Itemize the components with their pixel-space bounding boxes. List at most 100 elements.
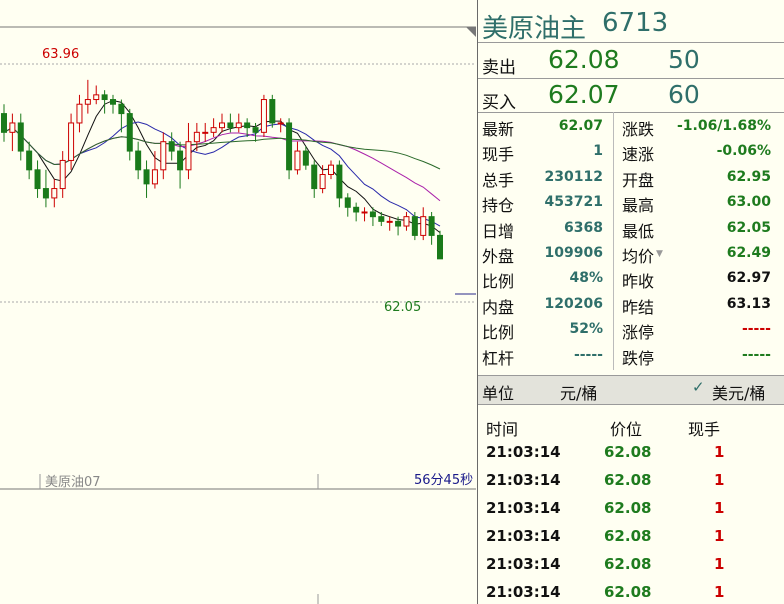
stat-value: ----- xyxy=(741,346,771,363)
candle-body xyxy=(42,188,49,199)
candle-body xyxy=(151,169,158,185)
low-price-label: 62.05 xyxy=(384,300,422,315)
candle-body xyxy=(143,169,150,185)
stat-value: -1.06/1.68% xyxy=(676,118,771,134)
stat-label: 比例 xyxy=(482,323,515,343)
tick-price: 62.08 xyxy=(604,471,652,489)
check-icon: ✓ xyxy=(692,378,705,396)
instrument-code: 6713 xyxy=(602,8,669,38)
candle-body xyxy=(277,122,284,125)
candle-body xyxy=(344,197,351,208)
candle-body xyxy=(110,99,116,105)
stat-value: 230112 xyxy=(544,168,603,185)
candle-body xyxy=(118,103,125,115)
candle-body xyxy=(51,188,58,199)
unit-alt-toggle[interactable]: 美元/桶 xyxy=(712,380,765,404)
tick-time: 21:03:14 xyxy=(486,555,561,573)
stat-value: 63.13 xyxy=(726,295,771,312)
candle-body xyxy=(386,220,393,223)
tick-time: 21:03:14 xyxy=(486,499,561,517)
stat-value: 52% xyxy=(569,321,603,338)
buy-price[interactable]: 62.07 xyxy=(548,80,620,109)
candle-body xyxy=(68,122,75,161)
tick-price: 62.08 xyxy=(604,499,652,517)
tick-volume: 1 xyxy=(714,499,725,517)
stat-label: 最高 xyxy=(622,196,655,216)
unit-value: 元/桶 xyxy=(560,384,598,403)
stat-value: 6368 xyxy=(564,219,603,236)
tick-volume: 1 xyxy=(714,471,725,489)
stat-label: 最新 xyxy=(482,120,515,139)
candle-body xyxy=(9,122,16,133)
candle-body xyxy=(76,103,83,124)
candle-body xyxy=(93,94,100,101)
stat-value: 62.49 xyxy=(726,245,771,261)
stat-value: 120206 xyxy=(544,295,603,312)
candle-body xyxy=(193,131,200,143)
stat-label: 持仓 xyxy=(482,196,515,216)
candle-body xyxy=(302,150,309,166)
stat-label: 开盘 xyxy=(622,170,655,190)
stat-label: 昨结 xyxy=(622,297,655,317)
instrument-name: 美原油主 xyxy=(482,14,587,44)
stat-value: ----- xyxy=(741,321,771,338)
contract-label: 美原油07 xyxy=(45,475,101,490)
candle-body xyxy=(311,164,318,190)
stat-value: 48% xyxy=(569,270,603,287)
sell-label: 卖出 xyxy=(482,58,516,78)
candle-body xyxy=(126,113,133,152)
buy-volume: 60 xyxy=(668,80,700,109)
candle-body xyxy=(328,164,334,175)
candle-body xyxy=(428,216,435,236)
candle-body xyxy=(34,169,41,190)
high-price-label: 63.96 xyxy=(42,47,80,62)
candle-body xyxy=(260,99,267,133)
candle-body xyxy=(411,216,418,236)
dropdown-arrow-icon[interactable]: ▼ xyxy=(656,249,663,259)
tick-volume: 1 xyxy=(714,443,725,461)
candle-body xyxy=(210,127,217,133)
stat-label: 内盘 xyxy=(482,297,515,317)
tick-time: 21:03:14 xyxy=(486,527,561,545)
stat-value: 62.05 xyxy=(726,219,771,236)
candle-body xyxy=(437,234,443,260)
col-header-time: 时间 xyxy=(486,420,519,439)
stat-label: 涨跌 xyxy=(622,120,655,139)
unit-label: 单位 xyxy=(482,384,515,403)
stat-value: -0.06% xyxy=(716,143,771,160)
candle-body xyxy=(168,141,175,152)
col-header-price: 价位 xyxy=(610,420,643,439)
candle-body xyxy=(353,206,360,213)
candle-body xyxy=(395,220,402,227)
candle-body xyxy=(378,216,385,222)
stat-value: ----- xyxy=(573,346,603,363)
col-header-volume: 现手 xyxy=(688,420,721,439)
tick-price: 62.08 xyxy=(604,555,652,573)
candle-body xyxy=(420,216,427,236)
candle-body xyxy=(59,159,66,190)
stat-value: 63.00 xyxy=(726,194,771,211)
candle-body xyxy=(1,113,7,133)
sell-price[interactable]: 62.08 xyxy=(548,45,620,74)
stat-label: 昨收 xyxy=(622,272,655,292)
tick-volume: 1 xyxy=(714,555,725,573)
candle-body xyxy=(101,94,108,101)
buy-label: 买入 xyxy=(482,93,516,113)
stat-value: 1 xyxy=(593,143,603,160)
stat-value: 62.07 xyxy=(558,118,603,134)
stat-value: 62.97 xyxy=(726,270,771,287)
countdown-label: 56分45秒 xyxy=(414,473,474,488)
tick-time: 21:03:14 xyxy=(486,471,561,489)
tick-volume: 1 xyxy=(714,583,725,601)
candle-body xyxy=(17,122,24,152)
kline-chart[interactable]: 63.96 62.05 美原油07 56分45秒 xyxy=(0,0,476,604)
stat-label: 最低 xyxy=(622,221,655,241)
candle-body xyxy=(244,122,251,129)
candle-body xyxy=(227,122,234,129)
candle-body xyxy=(235,122,242,129)
sell-volume: 50 xyxy=(668,45,700,74)
candle-body xyxy=(369,211,376,218)
stat-value: 109906 xyxy=(544,245,603,261)
stat-label: 速涨 xyxy=(622,145,655,165)
candle-body xyxy=(294,150,301,171)
